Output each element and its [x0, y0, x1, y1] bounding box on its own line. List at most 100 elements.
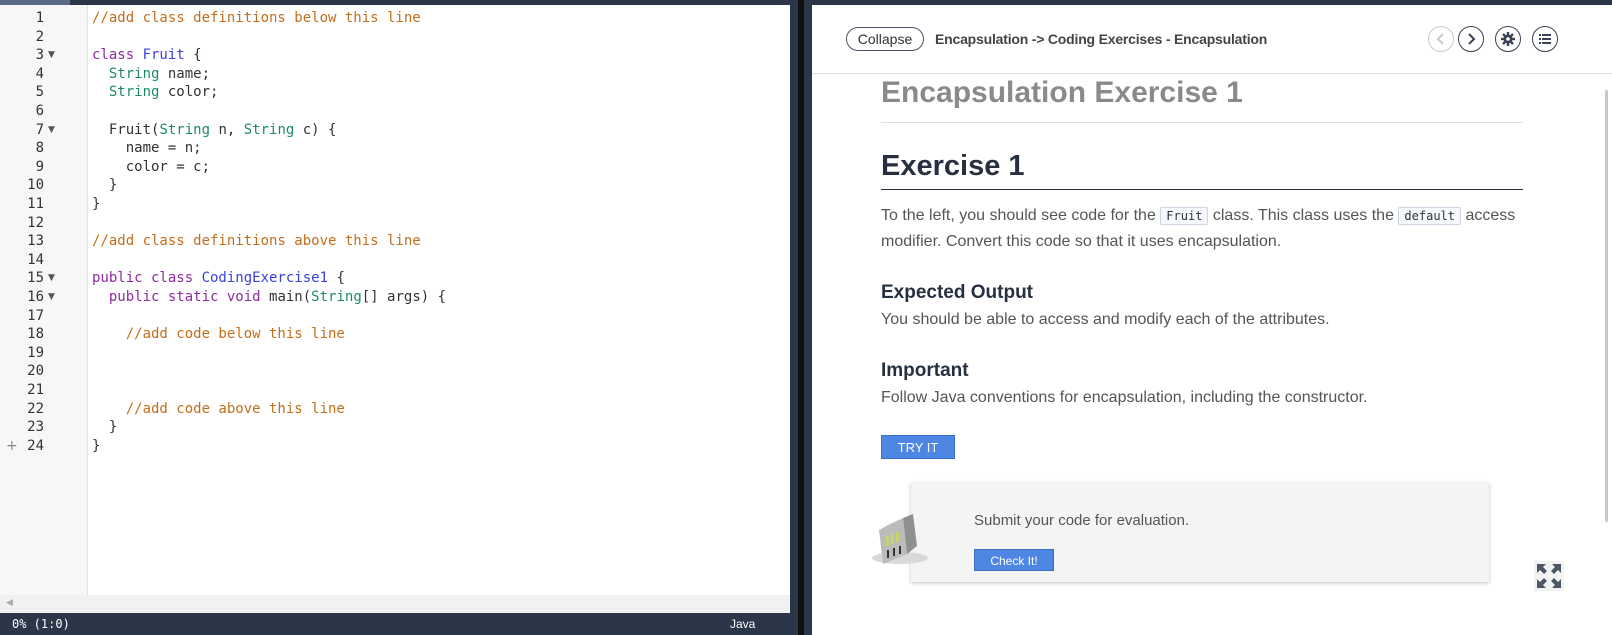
previous-page-button[interactable] [1428, 26, 1454, 52]
gear-icon [1501, 32, 1515, 46]
code-token: { [184, 47, 202, 64]
code-line[interactable]: //add code above this line [92, 400, 345, 419]
try-it-button[interactable]: TRY IT [881, 435, 955, 459]
cursor-position: 0% (1:0) [12, 617, 70, 631]
exercise-heading: Exercise 1 [881, 150, 1025, 182]
code-token: String [243, 121, 295, 138]
line-number: 19 [27, 344, 44, 361]
line-number: 11 [27, 196, 44, 212]
check-it-button[interactable]: Check It! [974, 549, 1054, 571]
guide-breadcrumb-title: Encapsulation -> Coding Exercises - Enca… [935, 31, 1268, 47]
editor-status-bar: 0% (1:0) Java [0, 613, 790, 635]
code-line[interactable]: //add code below this line [92, 325, 345, 344]
code-token: name; [159, 65, 211, 82]
code-line[interactable]: } [92, 418, 117, 437]
line-number: 22 [27, 400, 44, 417]
heading-divider [881, 122, 1523, 123]
line-number: 4 [35, 65, 44, 82]
code-token: //add class definitions above this line [92, 233, 421, 250]
add-line-icon[interactable]: + [6, 437, 18, 456]
code-token: CodingExercise1 [201, 270, 329, 287]
code-editor-pane[interactable]: 1 2 3 ▼ 4 5 6 7 ▼ 8 9 10 11 12 13 14 15 ▼ 16 ▼ 17 18 19 20 21 22 2… [0, 0, 810, 635]
scroll-left-icon[interactable]: ◀ [6, 597, 13, 608]
fullscreen-expand-icon[interactable] [1534, 561, 1564, 591]
code-line[interactable]: String color; [92, 83, 219, 102]
code-line[interactable]: public static void main(String[] args) { [92, 288, 446, 307]
expected-output-heading: Expected Output [881, 282, 1034, 303]
code-token: String [311, 289, 362, 305]
fold-arrow-icon[interactable]: ▼ [48, 121, 55, 140]
code-token: //add class definitions below this line [92, 10, 421, 26]
divider-handle[interactable] [798, 0, 804, 635]
fold-arrow-icon[interactable]: ▼ [48, 269, 55, 288]
code-line[interactable]: } [92, 437, 100, 456]
line-number: 2 [35, 28, 44, 45]
line-number: 18 [27, 326, 44, 343]
code-token: color = c; [92, 158, 211, 175]
code-token: Fruit [142, 47, 185, 64]
line-number: 6 [35, 103, 44, 119]
line-number: 23 [27, 419, 44, 436]
guide-pane: Collapse Encapsulation -> Coding Exercis… [812, 0, 1612, 635]
intro-text-1: To the left, you should see code for the [881, 207, 1161, 224]
line-number: 10 [27, 177, 44, 194]
inline-code-fruit: Fruit [1160, 207, 1209, 225]
line-number: 20 [27, 363, 44, 380]
code-token: main( [269, 289, 312, 305]
code-token: name = n; [92, 140, 202, 157]
code-line[interactable]: } [92, 195, 100, 214]
evaluation-prompt: Submit your code for evaluation. [974, 512, 1190, 529]
code-line[interactable]: name = n; [92, 139, 202, 158]
exercise-description: To the left, you should see code for the… [881, 203, 1531, 255]
line-number: 8 [35, 140, 44, 157]
code-line[interactable]: color = c; [92, 158, 210, 177]
guide-vertical-scrollbar[interactable] [1605, 90, 1608, 522]
pane-divider[interactable] [790, 0, 812, 635]
line-number: 1 [35, 10, 44, 26]
code-line[interactable]: String name; [92, 65, 210, 84]
intro-text-2: class. This class uses the [1208, 207, 1399, 224]
line-number-gutter: 1 2 3 ▼ 4 5 6 7 ▼ 8 9 10 11 12 13 14 15 ▼ 16 ▼ 17 18 19 20 21 22 2… [0, 5, 88, 595]
chevron-right-icon [1468, 33, 1476, 45]
line-number: 17 [27, 307, 44, 324]
list-icon [1539, 34, 1551, 44]
test-bench-icon [872, 514, 928, 564]
code-token: } [92, 196, 101, 212]
important-heading: Important [881, 360, 969, 381]
code-line[interactable]: //add class definitions below this line [92, 9, 421, 28]
table-of-contents-button[interactable] [1532, 26, 1558, 52]
code-token: Fruit( [92, 121, 160, 138]
code-line[interactable]: class Fruit { [92, 46, 202, 65]
line-number: 21 [27, 382, 44, 398]
code-line[interactable]: } [92, 176, 117, 195]
collapse-button[interactable]: Collapse [846, 27, 924, 51]
code-token: String [108, 65, 160, 82]
language-indicator[interactable]: Java [730, 617, 755, 631]
code-line[interactable]: Fruit(String n, String c) { [92, 121, 337, 140]
line-number: 5 [35, 84, 44, 101]
code-line[interactable]: //add class definitions above this line [92, 232, 421, 251]
code-token: } [92, 419, 118, 436]
line-number: 3 [35, 47, 44, 64]
code-token: String [108, 84, 160, 101]
horizontal-scrollbar[interactable]: ◀ [0, 595, 790, 613]
evaluation-box: Submit your code for evaluation. Check I… [911, 483, 1489, 582]
code-token: color; [159, 84, 219, 101]
guide-header: Collapse Encapsulation -> Coding Exercis… [812, 5, 1612, 74]
code-token: { [328, 270, 345, 287]
page-heading: Encapsulation Exercise 1 [881, 76, 1243, 109]
fold-arrow-icon[interactable]: ▼ [48, 288, 55, 307]
code-line[interactable]: public class CodingExercise1 { [92, 269, 345, 288]
code-token: } [92, 177, 118, 194]
code-text-area[interactable]: //add class definitions below this line c… [88, 5, 810, 595]
next-page-button[interactable] [1458, 26, 1484, 52]
guide-content: Encapsulation Exercise 1 Exercise 1 To t… [812, 74, 1597, 635]
settings-button[interactable] [1495, 26, 1521, 52]
code-token: class [92, 47, 143, 64]
fold-arrow-icon[interactable]: ▼ [48, 46, 55, 65]
chevron-left-icon [1436, 33, 1444, 45]
code-token: public static void [92, 289, 270, 305]
inline-code-default: default [1398, 207, 1461, 225]
important-text: Follow Java conventions for encapsulatio… [881, 389, 1368, 406]
